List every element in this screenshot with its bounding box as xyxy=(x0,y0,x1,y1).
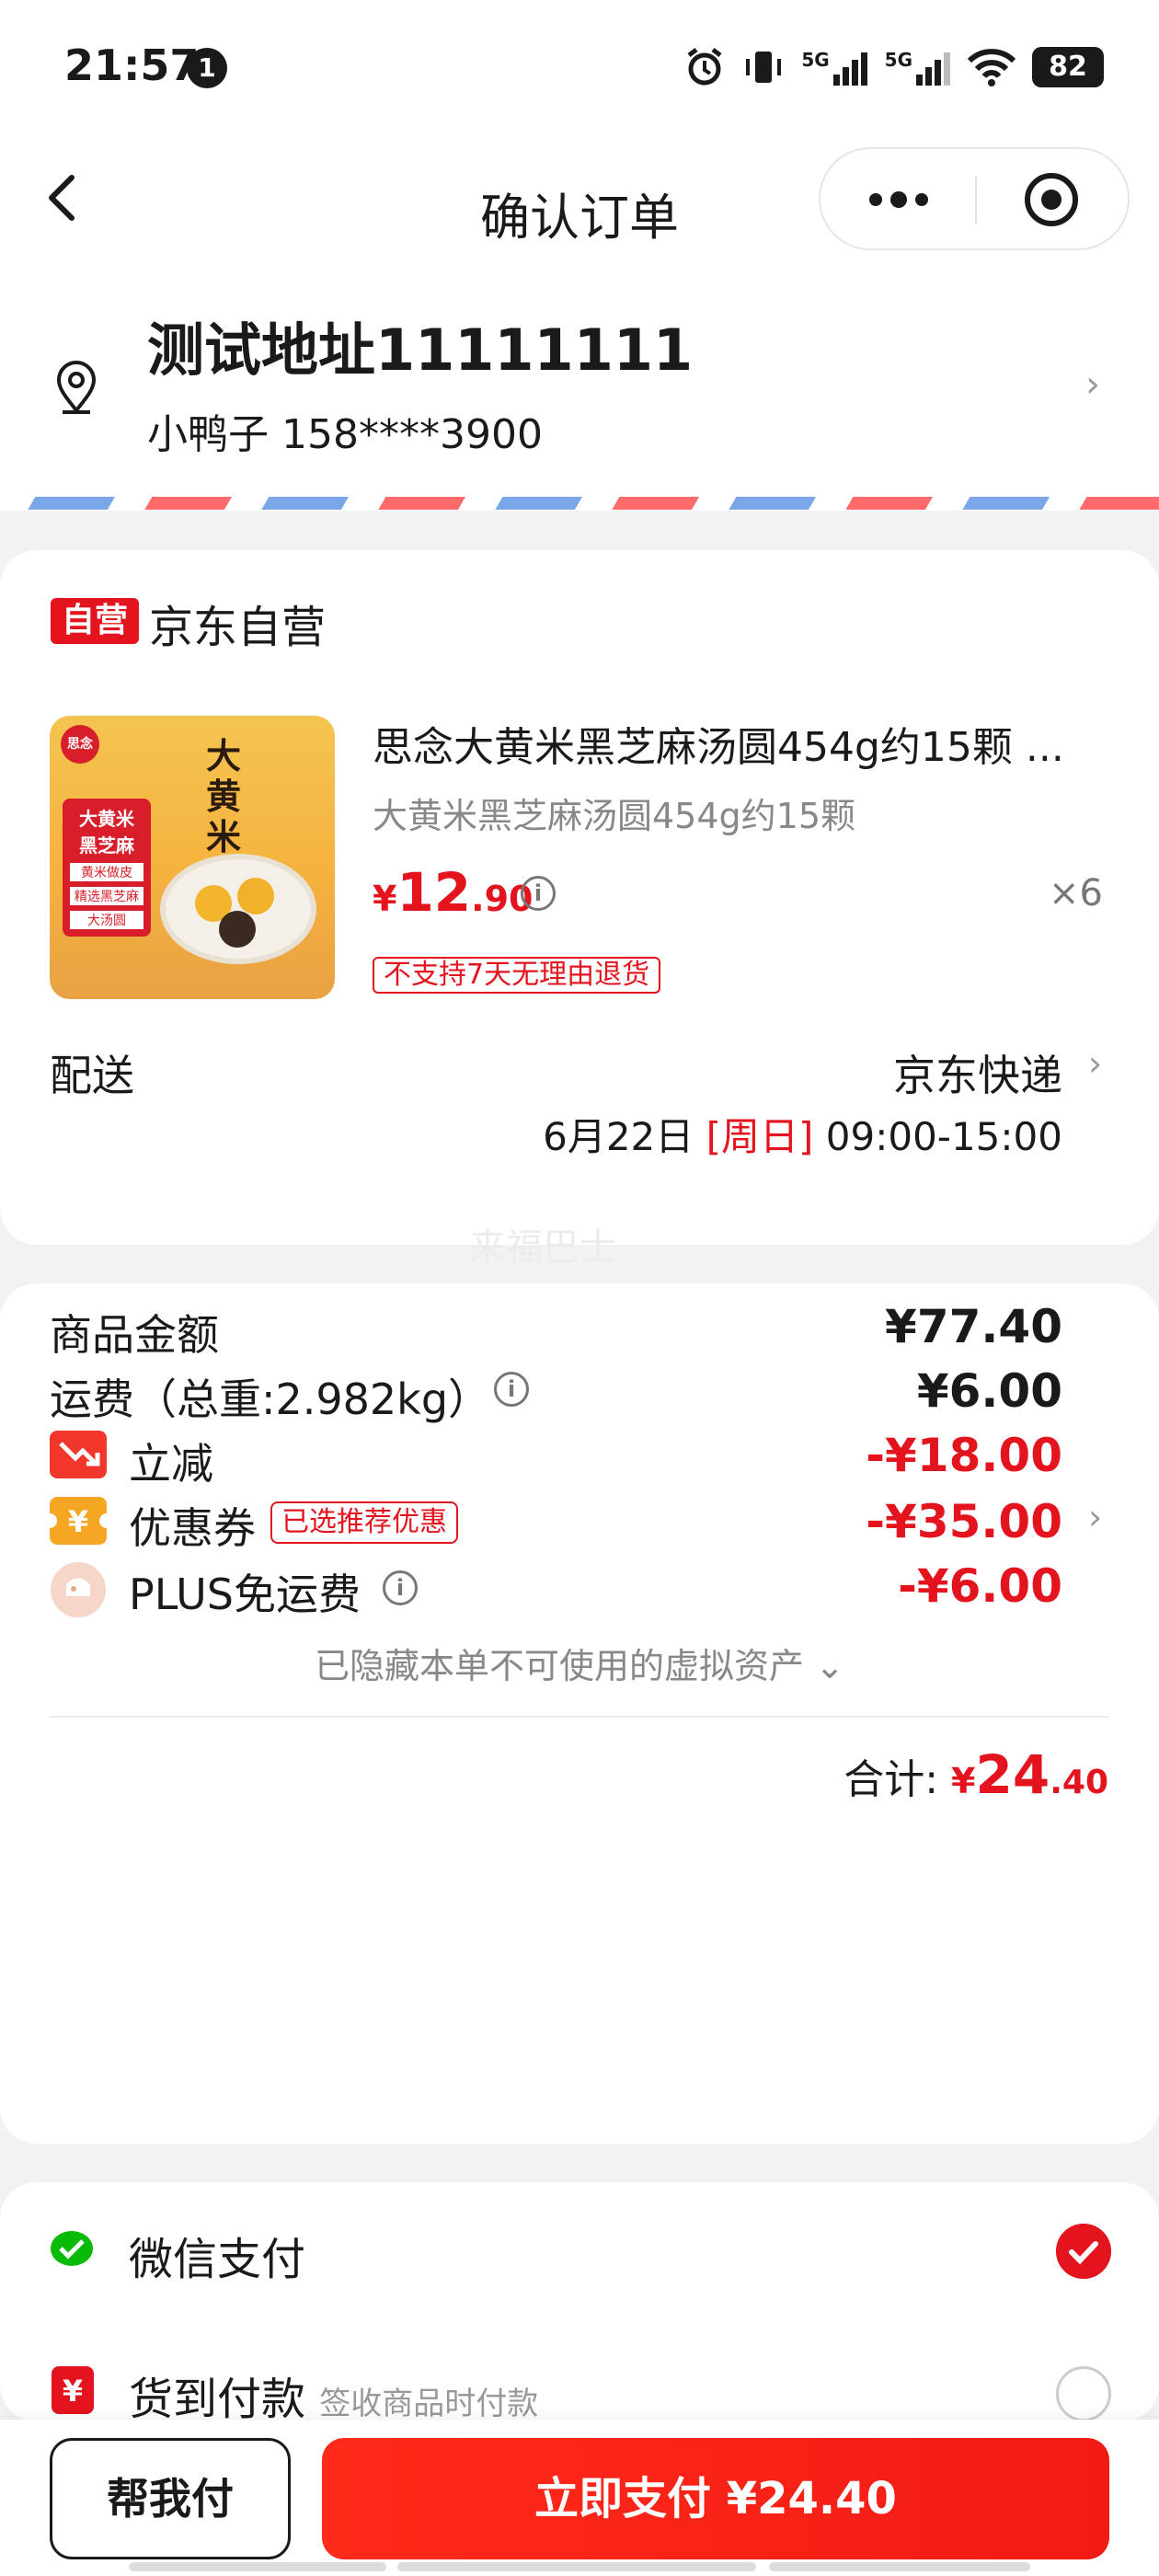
svg-text:¥: ¥ xyxy=(63,2374,83,2409)
plus-info-icon[interactable]: i xyxy=(383,1570,418,1605)
discount-icon xyxy=(50,1431,107,1478)
airmail-stripe xyxy=(0,497,1159,510)
order-total: 合计: ¥24.40 xyxy=(843,1743,1108,1806)
order-item-card: 自营 京东自营 思念 大黄米 黑芝麻 黄米做皮 精选黑芝麻 大汤圆 大黄米 思念… xyxy=(0,550,1159,1269)
package-text-4: 精选黑芝麻 xyxy=(70,887,143,905)
status-time: 21:57 xyxy=(64,40,200,90)
bottom-action-bar: 帮我付 立即支付 ¥24.40 xyxy=(0,2420,1159,2576)
status-icons: 5G 5G 82 xyxy=(683,42,1104,92)
location-pin-icon xyxy=(56,361,97,414)
product-price: ¥12.90 xyxy=(373,861,534,924)
cash-on-delivery-icon: ¥ xyxy=(52,2366,94,2414)
cod-label-text: 货到付款 xyxy=(129,2374,306,2425)
delivery-carrier[interactable]: 京东快递 xyxy=(893,1042,1062,1103)
radio-unselected-icon[interactable] xyxy=(1056,2366,1111,2421)
plus-free-shipping-value: -¥6.00 xyxy=(898,1559,1062,1613)
divider xyxy=(50,1716,1109,1718)
discount-label: 立减 xyxy=(129,1439,213,1489)
discount-value: -¥18.00 xyxy=(866,1429,1062,1482)
brand-logo: 思念 xyxy=(61,725,99,764)
package-text-2: 黑芝麻 xyxy=(79,834,134,857)
bowl-image xyxy=(160,854,316,964)
coupon-label[interactable]: 优惠券 xyxy=(129,1495,256,1556)
chevron-right-icon[interactable]: › xyxy=(1088,1043,1102,1084)
coupon-recommended-tag: 已选推荐优惠 xyxy=(270,1501,458,1544)
total-integer: 24 xyxy=(975,1743,1050,1806)
price-integer: 12 xyxy=(396,861,472,924)
chevron-right-icon[interactable]: › xyxy=(1088,1497,1102,1537)
address-title: 测试地址11111111 xyxy=(147,316,694,384)
coupon-value[interactable]: -¥35.00 xyxy=(866,1495,1062,1548)
address-section[interactable]: 测试地址11111111 小鸭子 158****3900 › xyxy=(0,276,1159,511)
goods-amount-value: ¥77.40 xyxy=(885,1300,1062,1353)
freight-value: ¥6.00 xyxy=(916,1364,1062,1418)
shop-name: 京东自营 xyxy=(149,602,327,653)
product-image[interactable]: 思念 大黄米 黑芝麻 黄米做皮 精选黑芝麻 大汤圆 大黄米 xyxy=(50,716,335,999)
total-amount: ¥24.40 xyxy=(951,1743,1108,1806)
hidden-assets-toggle[interactable]: 已隐藏本单不可使用的虚拟资产 ⌄ xyxy=(0,1638,1159,1688)
delivery-weekday: [周日] xyxy=(706,1114,814,1159)
wechat-pay-icon xyxy=(51,2231,93,2266)
more-icon[interactable] xyxy=(866,188,931,212)
delivery-label: 配送 xyxy=(50,1051,134,1100)
delivery-date: 6月22日 xyxy=(543,1114,706,1159)
freight-info-icon[interactable]: i xyxy=(494,1372,529,1407)
package-text-1: 大黄米 xyxy=(79,808,134,830)
nav-bar: 确认订单 xyxy=(0,138,1159,276)
total-symbol: ¥ xyxy=(951,1761,976,1801)
product-title[interactable]: 思念大黄米黑芝麻汤圆454g约15颗 ... xyxy=(373,714,1090,773)
quantity: ×6 xyxy=(1049,872,1103,914)
total-label: 合计: xyxy=(843,1756,939,1803)
payment-method-card: 微信支付 ¥ 货到付款 签收商品时付款 xyxy=(0,2182,1159,2425)
capsule-divider xyxy=(975,177,977,224)
package-big-text: 大黄米 xyxy=(206,736,242,857)
hidden-assets-text: 已隐藏本单不可使用的虚拟资产 xyxy=(315,1646,805,1686)
address-contact: 小鸭子 158****3900 xyxy=(147,411,543,458)
price-symbol: ¥ xyxy=(373,879,397,919)
cod-label[interactable]: 货到付款 签收商品时付款 xyxy=(129,2363,538,2427)
signal-icon-1: 5G xyxy=(801,49,867,86)
price-info-icon[interactable]: i xyxy=(521,876,556,911)
chevron-down-icon: ⌄ xyxy=(815,1646,844,1686)
package-text-5: 大汤圆 xyxy=(70,911,143,929)
alarm-icon xyxy=(687,48,722,86)
battery-icon: 82 xyxy=(1032,47,1104,87)
watermark: 来福巴士 xyxy=(469,1226,616,1269)
wechat-pay-label[interactable]: 微信支付 xyxy=(129,2223,305,2287)
network-type-1: 5G xyxy=(801,49,830,71)
chevron-right-icon: › xyxy=(1085,363,1100,406)
goods-amount-label: 商品金额 xyxy=(50,1310,219,1360)
radio-selected-icon[interactable] xyxy=(1056,2224,1111,2279)
status-bar: 21:57 1 5G 5G 82 xyxy=(0,0,1159,138)
self-operated-badge: 自营 xyxy=(51,598,140,644)
notification-badge: 1 xyxy=(187,48,227,88)
no-return-tag: 不支持7天无理由退货 xyxy=(373,957,661,994)
total-decimal: .40 xyxy=(1050,1764,1108,1801)
mini-program-capsule xyxy=(819,147,1130,250)
svg-text:¥: ¥ xyxy=(68,1504,88,1539)
pay-for-me-button[interactable]: 帮我付 xyxy=(50,2438,291,2559)
home-indicator xyxy=(129,2562,1030,2571)
delivery-time[interactable]: 6月22日 [周日] 09:00-15:00 xyxy=(543,1106,1062,1162)
close-mini-program-icon[interactable] xyxy=(1021,169,1082,230)
cod-subtext: 签收商品时付款 xyxy=(319,2386,539,2422)
package-text-3: 黄米做皮 xyxy=(70,863,143,881)
pay-now-button[interactable]: 立即支付 ¥24.40 xyxy=(322,2438,1109,2559)
freight-label: 运费（总重:2.982kg） xyxy=(50,1374,491,1424)
plus-free-shipping-label: PLUS免运费 xyxy=(129,1570,361,1619)
price-summary-card: 商品金额 ¥77.40 运费（总重:2.982kg） i ¥6.00 立减 -¥… xyxy=(0,1283,1159,2144)
vibrate-icon xyxy=(746,52,782,83)
product-spec: 大黄米黑芝麻汤圆454g约15颗 xyxy=(373,796,856,836)
wifi-icon xyxy=(968,49,1016,86)
network-type-2: 5G xyxy=(884,49,912,71)
signal-icon-2: 5G xyxy=(885,49,951,86)
delivery-window: 09:00-15:00 xyxy=(813,1114,1062,1159)
plus-member-icon xyxy=(51,1562,106,1617)
package-label: 大黄米 黑芝麻 黄米做皮 精选黑芝麻 大汤圆 xyxy=(63,799,151,937)
coupon-icon: ¥ xyxy=(50,1497,107,1545)
